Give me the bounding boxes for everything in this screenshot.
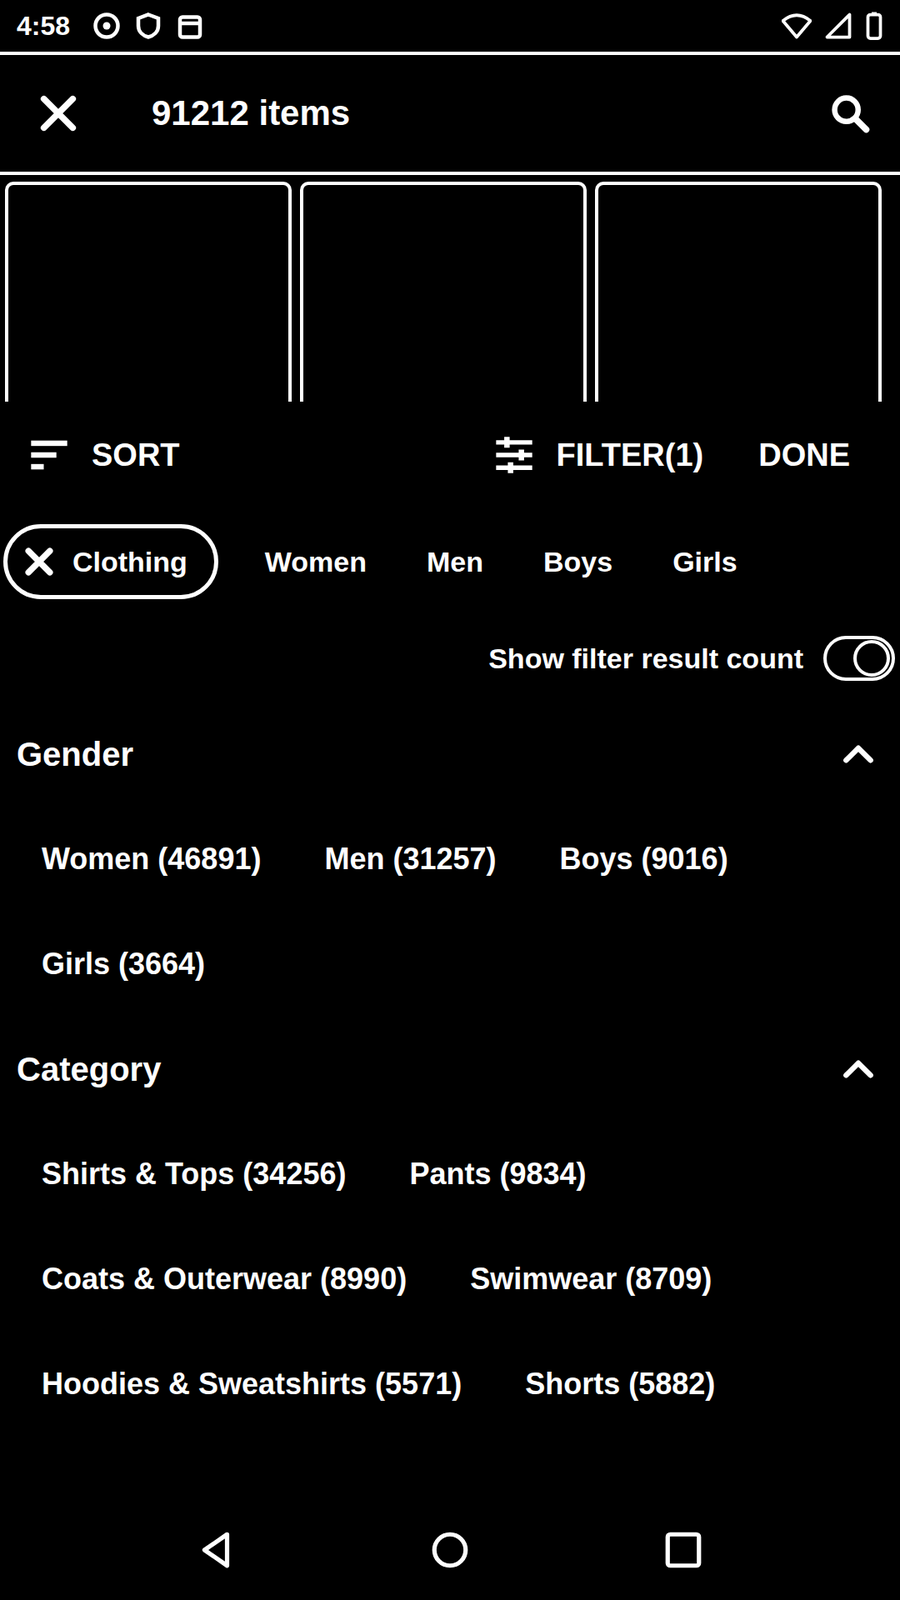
filter-option[interactable]: Swimwear (8709) [470,1226,712,1332]
category-banner-strip [0,175,900,402]
category-banner[interactable] [595,181,882,402]
filter-chip[interactable]: Boys [530,537,626,587]
filter-button[interactable]: FILTER(1) [486,433,705,477]
filter-option[interactable]: Shorts (5882) [525,1331,715,1437]
chevron-up-icon [840,735,877,773]
close-icon[interactable] [36,91,80,135]
items-count-title: 91212 items [151,93,829,134]
filter-chip[interactable]: Men [413,537,497,587]
option-list: Women (46891) Men (31257) Boys (9016) Girls… [0,806,900,1017]
section-header[interactable]: Gender [0,701,900,807]
toolbar: SORTFILTER(1) DONE [0,401,900,509]
search-icon[interactable] [828,91,872,135]
filter-icon [486,433,542,477]
result-count-switch[interactable] [823,635,895,681]
filter-option[interactable]: Boys (9016) [560,806,729,912]
filter-chip[interactable]: Clothing [3,524,219,600]
category-banner[interactable] [300,181,587,402]
battery-icon [865,10,884,41]
result-count-row: Show filter result count [0,615,900,702]
back-icon[interactable] [195,1529,238,1571]
filter-section: CategoryShirts & Tops (34256) Pants (9834… [0,1016,900,1437]
filter-sections: GenderWomen (46891) Men (31257) Boys (9016… [0,701,900,1500]
signal-icon [823,10,854,41]
filter-option[interactable]: Coats & Outerwear (8990) [41,1226,407,1332]
filter-option[interactable]: Girls (3664) [41,911,205,1017]
shield-icon [133,10,164,41]
done-button[interactable]: DONE [758,437,880,474]
filter-chip[interactable]: Women [251,537,380,587]
filter-option[interactable]: Shirts & Tops (34256) [41,1121,346,1227]
filter-option[interactable]: Women (46891) [41,806,261,912]
filter-screen: 4:58 91212 items SORTFILTER(1) DONE Clothing… [0,0,900,1600]
recents-icon[interactable] [662,1529,705,1571]
status-time: 4:58 [16,10,70,42]
filter-option[interactable]: Men (31257) [324,806,496,912]
wifi-icon [781,10,812,41]
category-banner[interactable] [5,181,292,402]
home-icon[interactable] [429,1529,471,1571]
navigation-bar [0,1500,900,1600]
chip-row: Clothing Women Men Boys Girls [0,508,900,615]
chevron-up-icon [840,1050,877,1088]
filter-option[interactable]: Hoodies & Sweatshirts (5571) [41,1331,462,1437]
filter-section: GenderWomen (46891) Men (31257) Boys (9016… [0,701,900,1017]
section-header[interactable]: Category [0,1016,900,1122]
remove-icon [20,543,58,580]
filter-chip[interactable]: Girls [659,537,750,587]
status-bar: 4:58 [0,0,900,55]
filter-option[interactable]: Pants (9834) [409,1121,586,1227]
notification-icon [91,10,122,41]
top-bar: 91212 items [0,55,900,175]
switch-knob [853,640,890,677]
toggle-label: Show filter result count [488,642,804,675]
option-list: Shirts & Tops (34256) Pants (9834)Coats &… [0,1121,900,1437]
sort-icon [21,433,77,477]
sort-button[interactable]: SORT [21,433,487,477]
calendar-icon [175,10,205,41]
